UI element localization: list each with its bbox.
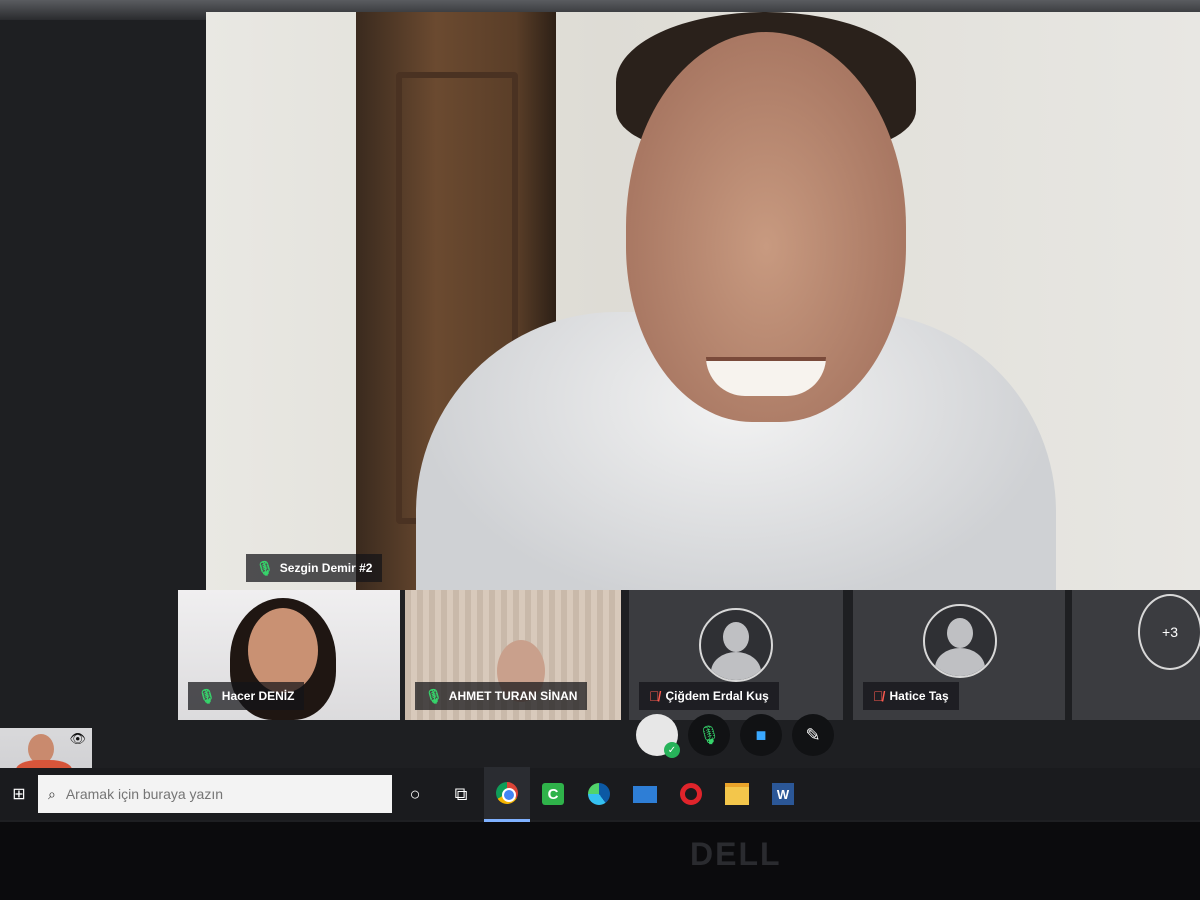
file-explorer-icon[interactable]	[714, 768, 760, 820]
monitor-screen: 🎙 Sezgin Demir #2 🎙 Hacer DENİZ 🎙 AHMET …	[0, 0, 1200, 822]
microphone-toggle-button[interactable]: 🎙	[688, 714, 730, 756]
video-camera-icon: ■	[755, 724, 767, 745]
chrome-icon[interactable]	[484, 766, 530, 822]
taskbar-search[interactable]: ⌕	[38, 775, 392, 813]
microphone-muted-icon: 🎙̸	[873, 688, 884, 704]
participant-name: Çiğdem Erdal Kuş	[665, 689, 769, 703]
default-avatar-icon	[923, 604, 997, 678]
windows-start-icon[interactable]: ⊞	[0, 768, 38, 820]
microphone-on-icon: 🎙	[256, 559, 274, 576]
microphone-on-icon: 🎙	[425, 687, 443, 704]
main-speaker-video[interactable]: 🎙 Sezgin Demir #2	[206, 12, 1200, 590]
word-icon[interactable]: W	[760, 768, 806, 820]
opera-icon[interactable]	[668, 768, 714, 820]
participant-name: Hacer DENİZ	[221, 689, 295, 703]
participant-tile-1[interactable]: 🎙 Hacer DENİZ	[178, 590, 400, 720]
more-participants-count[interactable]: +3	[1138, 594, 1200, 670]
check-icon: ✓	[664, 742, 680, 758]
main-speaker-name: Sezgin Demir #2	[279, 561, 373, 575]
participant-name-tag: 🎙 Hacer DENİZ	[188, 682, 305, 710]
participant-name: Hatice Taş	[889, 689, 949, 703]
default-avatar-icon	[699, 608, 773, 682]
edge-icon[interactable]	[576, 768, 622, 820]
main-speaker-name-tag: 🎙 Sezgin Demir #2	[246, 554, 383, 582]
search-icon: ⌕	[48, 785, 56, 802]
participant-name-tag: 🎙̸ Hatice Taş	[863, 682, 959, 710]
user-avatar-icon[interactable]: ✓	[636, 714, 680, 758]
participant-face	[248, 608, 318, 693]
screen-share-button[interactable]: ✎	[792, 714, 834, 756]
participant-name-tag: 🎙 AHMET TURAN SİNAN	[415, 682, 588, 710]
search-input[interactable]	[63, 785, 348, 803]
dell-logo: DELL	[690, 836, 782, 872]
camera-toggle-button[interactable]: ■	[740, 714, 782, 756]
windows-taskbar: ⊞ ⌕ ○ ⧉ C W	[0, 766, 1200, 822]
microphone-on-icon: 🎙	[198, 687, 216, 704]
camtasia-icon[interactable]: C	[530, 768, 576, 820]
meeting-controls: ✓ 🎙 ■ ✎	[636, 712, 834, 758]
microphone-muted-icon: 🎙̸	[649, 688, 660, 704]
screen-share-icon: ✎	[805, 724, 821, 745]
cortana-icon[interactable]: ○	[392, 768, 438, 820]
participant-tile-3[interactable]: 🎙̸ Çiğdem Erdal Kuş	[629, 590, 843, 720]
participant-name-tag: 🎙̸ Çiğdem Erdal Kuş	[639, 682, 779, 710]
mail-icon[interactable]	[622, 768, 668, 820]
microphone-icon: 🎙	[697, 724, 721, 745]
eye-icon[interactable]: 👁	[69, 731, 86, 747]
participant-tile-2[interactable]: 🎙 AHMET TURAN SİNAN	[405, 590, 621, 720]
more-participants-tile[interactable]: +3	[1072, 590, 1200, 720]
task-view-icon[interactable]: ⧉	[438, 768, 484, 820]
participant-name: AHMET TURAN SİNAN	[448, 689, 578, 703]
participant-tile-4[interactable]: 🎙̸ Hatice Taş	[853, 590, 1065, 720]
